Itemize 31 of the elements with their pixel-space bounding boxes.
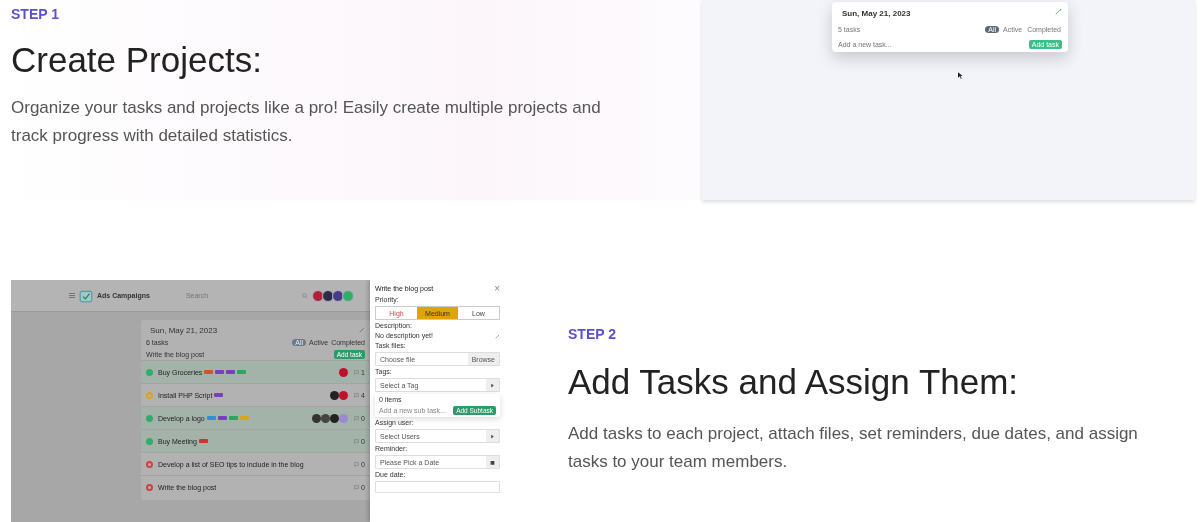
- search-icon[interactable]: [301, 292, 308, 299]
- dropdown-arrow-icon[interactable]: [490, 433, 495, 439]
- section-description: Organize your tasks and projects like a pro! Easily create multiple projects and track progress with detailed statistics.: [11, 97, 602, 147]
- cursor-icon: [958, 72, 963, 79]
- comment-icon: [354, 369, 360, 375]
- section-description: Add tasks to each project, attach files, set reminders, due dates, and assign tasks to your team members.: [568, 423, 1139, 473]
- calendar-icon[interactable]: [490, 459, 495, 465]
- dropdown-arrow-icon[interactable]: [490, 382, 495, 388]
- comment-icon: [354, 392, 360, 398]
- calendar-logo-icon: [79, 288, 93, 303]
- comment-icon: [354, 438, 360, 444]
- step-label: STEP 2: [568, 326, 617, 342]
- status-circle-icon[interactable]: [146, 414, 153, 422]
- section-heading: Create Projects:: [11, 40, 263, 80]
- status-circle-icon[interactable]: [146, 483, 153, 491]
- step-label: STEP 1: [11, 6, 60, 22]
- comment-icon: [354, 415, 360, 421]
- wand-icon: [359, 327, 365, 333]
- status-circle-icon[interactable]: [146, 437, 153, 445]
- card-date: Sun, May 21, 2023: [842, 9, 911, 18]
- wand-icon: [1055, 8, 1062, 15]
- pencil-icon[interactable]: [495, 333, 500, 339]
- menu-icon[interactable]: [69, 293, 75, 298]
- comment-icon: [354, 461, 360, 467]
- status-circle-icon[interactable]: [146, 460, 153, 468]
- status-circle-icon[interactable]: [146, 368, 153, 376]
- date-field[interactable]: [375, 481, 500, 493]
- card-date: Sun, May 21, 2023: [150, 325, 218, 335]
- section-heading: Add Tasks and Assign Them:: [568, 362, 1020, 402]
- close-button[interactable]: ×: [494, 282, 500, 294]
- comment-icon: [354, 484, 360, 490]
